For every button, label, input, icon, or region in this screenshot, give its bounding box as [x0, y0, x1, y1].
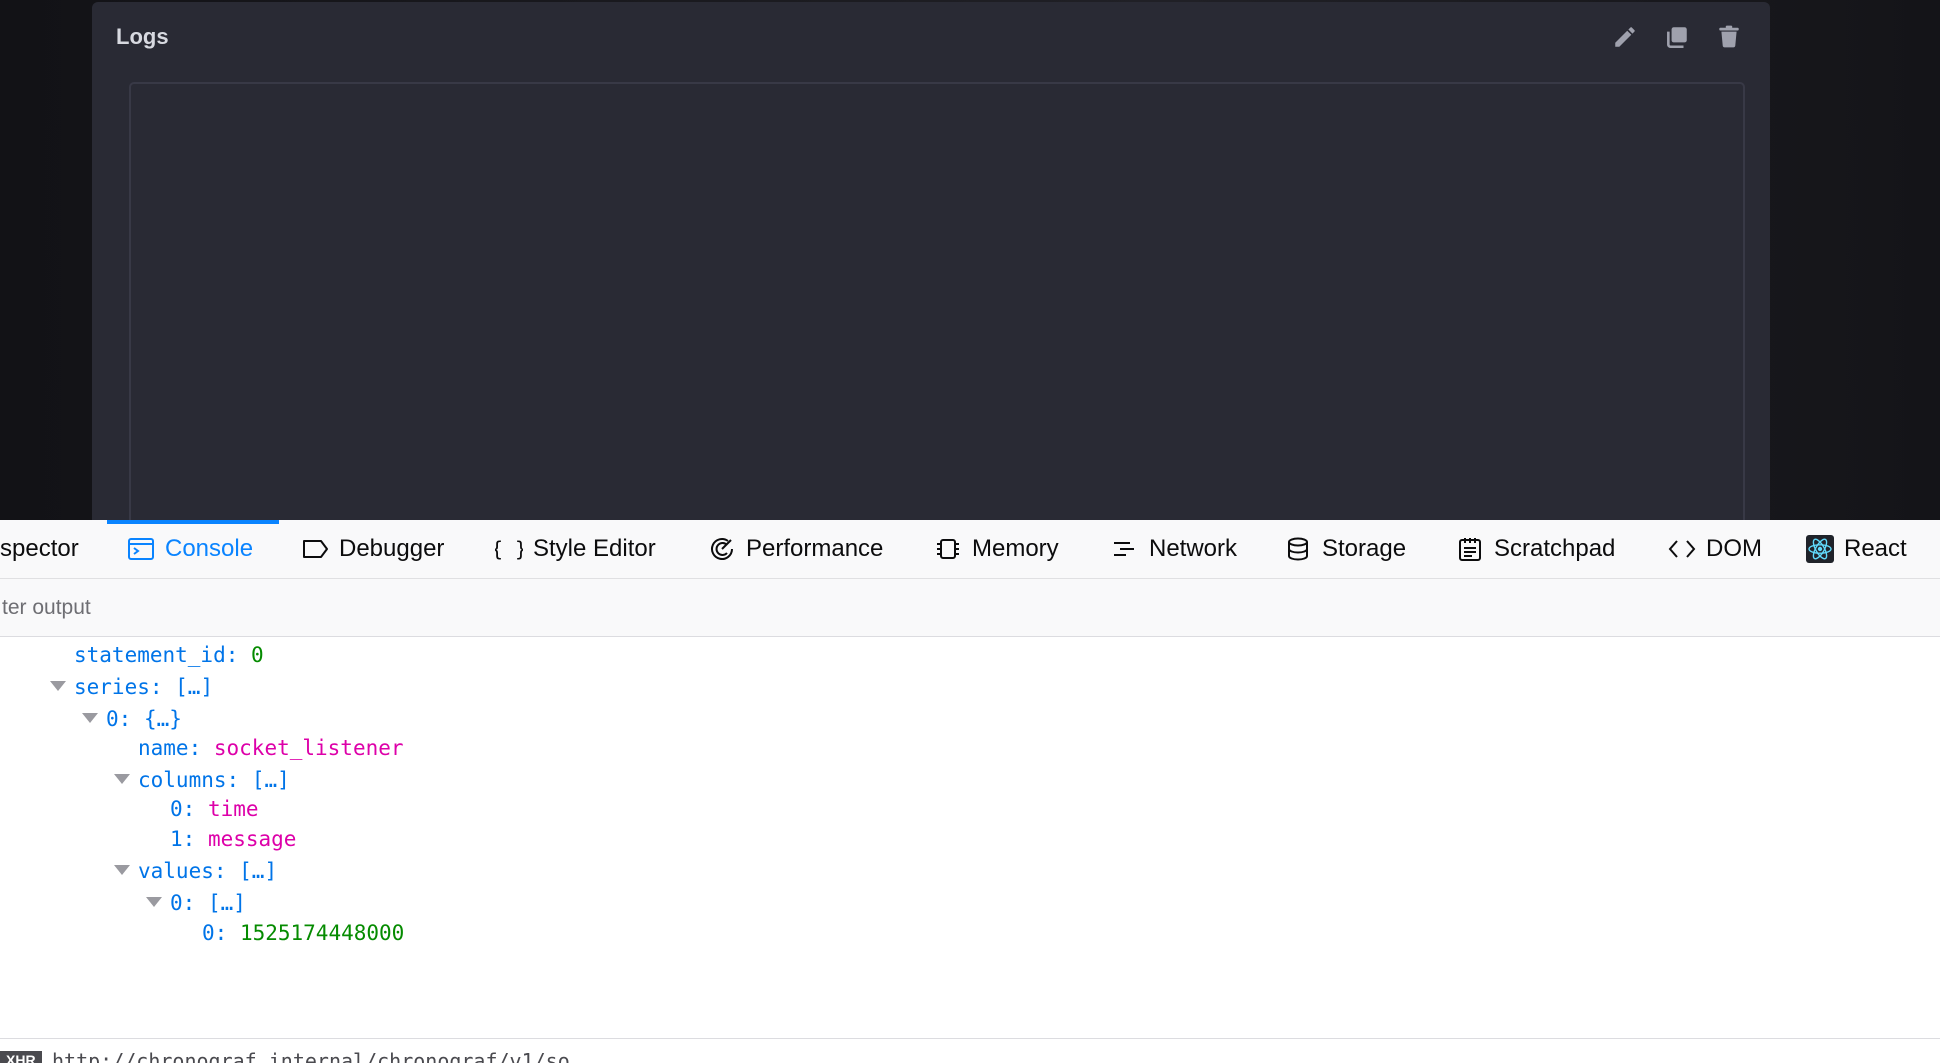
- tab-network[interactable]: Network: [1111, 520, 1237, 578]
- pencil-icon[interactable]: [1612, 24, 1638, 50]
- debugger-icon: [303, 540, 328, 558]
- tab-label: Performance: [746, 535, 884, 562]
- tree-row[interactable]: series: […]: [50, 669, 213, 705]
- active-tab-indicator: [107, 520, 279, 524]
- expand-toggle-icon[interactable]: [114, 774, 130, 784]
- duplicate-icon[interactable]: [1664, 24, 1690, 50]
- tree-key: 0: [170, 891, 183, 915]
- tab-label: Console: [165, 535, 254, 562]
- tab-debugger[interactable]: Debugger: [301, 520, 444, 578]
- tree-key: values: [138, 859, 214, 883]
- tab-console[interactable]: Console: [127, 520, 253, 578]
- tree-value: 1525174448000: [239, 921, 405, 945]
- storage-icon: [1288, 537, 1308, 561]
- tree-row[interactable]: name: socket_listener: [138, 730, 404, 766]
- tree-value: {…}: [143, 707, 182, 731]
- console-output: statement_id: 0 series: […] 0: {…} name:…: [0, 637, 1940, 1038]
- trash-icon[interactable]: [1716, 24, 1742, 50]
- expand-toggle-icon[interactable]: [50, 681, 66, 691]
- tree-row[interactable]: statement_id: 0: [74, 637, 264, 673]
- tree-value: […]: [251, 768, 290, 792]
- expand-toggle-icon[interactable]: [82, 713, 98, 723]
- request-url[interactable]: http://chronograf.internal/chronograf/v1…: [52, 1049, 570, 1063]
- tree-row[interactable]: values: […]: [114, 853, 277, 889]
- tab-performance[interactable]: Performance: [708, 520, 883, 578]
- tab-label: Scratchpad: [1494, 535, 1616, 562]
- tree-key: series: [74, 675, 150, 699]
- tab-label: DOM: [1706, 535, 1762, 562]
- tab-inspector[interactable]: spector: [0, 520, 79, 578]
- tab-label: Memory: [972, 535, 1059, 562]
- tree-key: 1: [170, 827, 183, 851]
- tab-label: Debugger: [339, 535, 445, 562]
- tab-label: Storage: [1322, 535, 1407, 562]
- expand-toggle-icon[interactable]: [146, 897, 162, 907]
- xhr-badge: XHR: [0, 1051, 42, 1063]
- network-icon: [1114, 542, 1134, 556]
- tab-label: Style Editor: [533, 535, 656, 562]
- tab-label: spector: [0, 535, 79, 562]
- app-area: Logs: [0, 0, 1940, 520]
- braces-icon: { }: [495, 537, 523, 561]
- tree-value: time: [207, 797, 259, 821]
- cell-actions: [1612, 24, 1742, 50]
- tree-value: socket_listener: [213, 736, 404, 760]
- network-status-row[interactable]: XHR http://chronograf.internal/chronogra…: [0, 1038, 1940, 1063]
- logs-cell-body: [129, 82, 1745, 520]
- devtools-tabbar: spector Console Debugger { } Style Edito…: [0, 520, 1940, 579]
- cell-title: Logs: [116, 24, 169, 49]
- svg-text:{ }: { }: [495, 537, 523, 561]
- expand-toggle-icon[interactable]: [114, 865, 130, 875]
- scratchpad-icon: [1459, 538, 1481, 561]
- tab-react[interactable]: React: [1806, 520, 1907, 578]
- tree-value: […]: [207, 891, 246, 915]
- tree-key: 0: [170, 797, 183, 821]
- tree-key: statement_id: [74, 643, 226, 667]
- performance-icon: [711, 538, 733, 560]
- tree-key: 0: [202, 921, 215, 945]
- tab-label: React: [1844, 535, 1907, 562]
- memory-icon: [937, 539, 959, 559]
- console-filterbar: [0, 579, 1940, 637]
- react-icon: [1806, 535, 1834, 563]
- tree-key: columns: [138, 768, 227, 792]
- tree-value: message: [207, 827, 297, 851]
- tree-value: […]: [239, 859, 278, 883]
- logs-cell: Logs: [92, 2, 1770, 520]
- tab-style-editor[interactable]: { } Style Editor: [495, 520, 656, 578]
- tree-row[interactable]: 0: 1525174448000: [202, 915, 404, 951]
- tab-scratchpad[interactable]: Scratchpad: [1456, 520, 1615, 578]
- tree-key: name: [138, 736, 189, 760]
- tree-row[interactable]: 1: message: [170, 821, 296, 857]
- tab-storage[interactable]: Storage: [1284, 520, 1406, 578]
- tree-value: […]: [175, 675, 214, 699]
- tree-value: 0: [251, 643, 264, 667]
- tab-label: Network: [1149, 535, 1238, 562]
- filter-output-input[interactable]: [0, 579, 702, 636]
- tab-dom[interactable]: DOM: [1668, 520, 1762, 578]
- dom-icon: [1668, 540, 1696, 558]
- tab-memory[interactable]: Memory: [934, 520, 1059, 578]
- console-icon: [128, 538, 154, 560]
- tree-key: 0: [106, 707, 119, 731]
